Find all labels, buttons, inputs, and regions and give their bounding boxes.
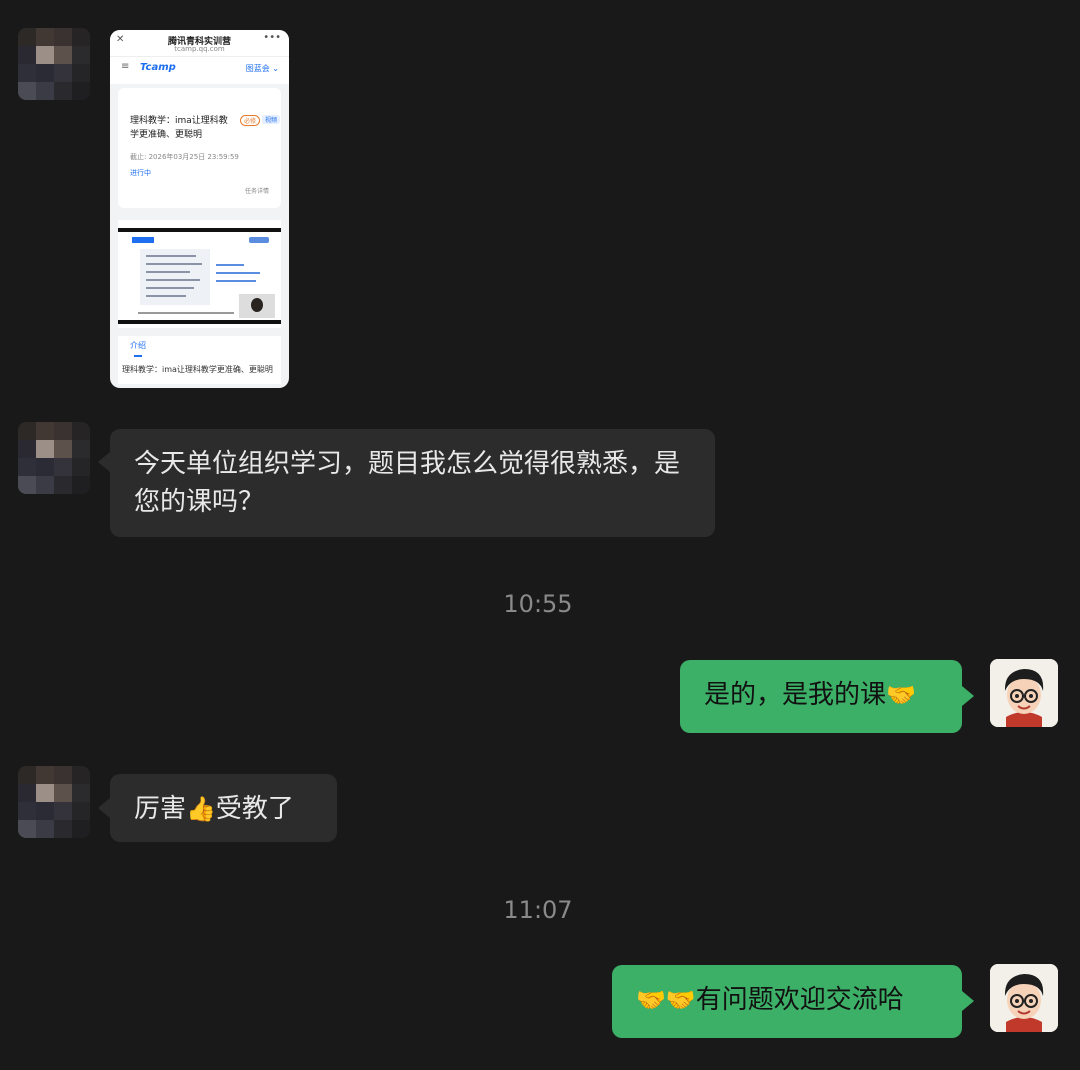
outgoing-message-bubble[interactable]: 是的，是我的课🤝 <box>680 660 962 733</box>
task-detail-link: 任务详情 <box>244 188 269 195</box>
my-avatar[interactable] <box>990 659 1058 727</box>
intro-tab: 介绍 <box>130 341 146 350</box>
thumbs-up-icon: 👍 <box>186 795 216 823</box>
contact-avatar[interactable] <box>18 422 90 494</box>
intro-text: 理科教学：ima让理科教学更准确、更聪明 <box>122 365 273 374</box>
timestamp: 11:07 <box>503 896 573 924</box>
required-tag: 必修 <box>240 115 261 126</box>
browser-header: ✕ 腾讯青科实训营 tcamp.qq.com ••• ≡ Tcamp 图蓝会 ⌄ <box>110 30 289 84</box>
video-caption <box>138 312 234 314</box>
message-text: 有问题欢迎交流哈 <box>695 985 904 1015</box>
timestamp: 10:55 <box>503 590 573 618</box>
video-top-bar <box>118 228 281 232</box>
site-navbar: ≡ Tcamp 图蓝会 ⌄ <box>110 56 289 81</box>
slide-header-tag <box>132 237 154 243</box>
message-text: 受教了 <box>215 794 294 824</box>
intro-tab-underline <box>134 355 142 357</box>
contact-avatar[interactable] <box>18 766 90 838</box>
more-icon: ••• <box>263 32 281 43</box>
contact-avatar[interactable] <box>18 28 90 100</box>
menu-icon: ≡ <box>121 61 130 72</box>
site-logo: Tcamp <box>140 62 176 73</box>
incoming-message-bubble[interactable]: 厉害👍受教了 <box>110 774 337 842</box>
task-card: 理科教学：ima让理科教学更准确、更聪明 必修 视频 截止: 2026年03月2… <box>118 88 281 208</box>
handshake-icon: 🤝🤝 <box>636 986 696 1014</box>
intro-section: 介绍 理科教学：ima让理科教学更准确、更聪明 <box>118 336 281 384</box>
bubble-tail <box>98 798 110 818</box>
video-preview <box>118 220 281 328</box>
task-deadline: 截止: 2026年03月25日 23:59:59 <box>130 153 239 161</box>
task-title: 理科教学：ima让理科教学更准确、更聪明 <box>130 116 228 140</box>
video-tag: 视频 <box>262 115 281 124</box>
slide-content-box <box>140 249 210 305</box>
bubble-tail <box>98 452 110 472</box>
my-avatar[interactable] <box>990 964 1058 1032</box>
nav-user-menu: 图蓝会 ⌄ <box>245 64 279 73</box>
browser-url: tcamp.qq.com <box>174 45 225 53</box>
handshake-icon: 🤝 <box>886 681 916 709</box>
bubble-tail <box>962 991 974 1011</box>
bubble-tail <box>962 686 974 706</box>
task-status: 进行中 <box>130 169 151 177</box>
message-text: 厉害 <box>134 794 187 824</box>
presenter-thumbnail <box>239 294 275 318</box>
shared-image-message[interactable]: ✕ 腾讯青科实训营 tcamp.qq.com ••• ≡ Tcamp 图蓝会 ⌄… <box>110 30 289 388</box>
message-text: 是的，是我的课 <box>704 680 887 710</box>
message-text: 今天单位组织学习，题目我怎么觉得很熟悉，是您的课吗？ <box>134 449 681 517</box>
incoming-message-bubble[interactable]: 今天单位组织学习，题目我怎么觉得很熟悉，是您的课吗？ <box>110 429 715 537</box>
slide-logo <box>249 237 269 243</box>
video-bottom-bar <box>118 320 281 324</box>
outgoing-message-bubble[interactable]: 🤝🤝有问题欢迎交流哈 <box>612 965 962 1038</box>
